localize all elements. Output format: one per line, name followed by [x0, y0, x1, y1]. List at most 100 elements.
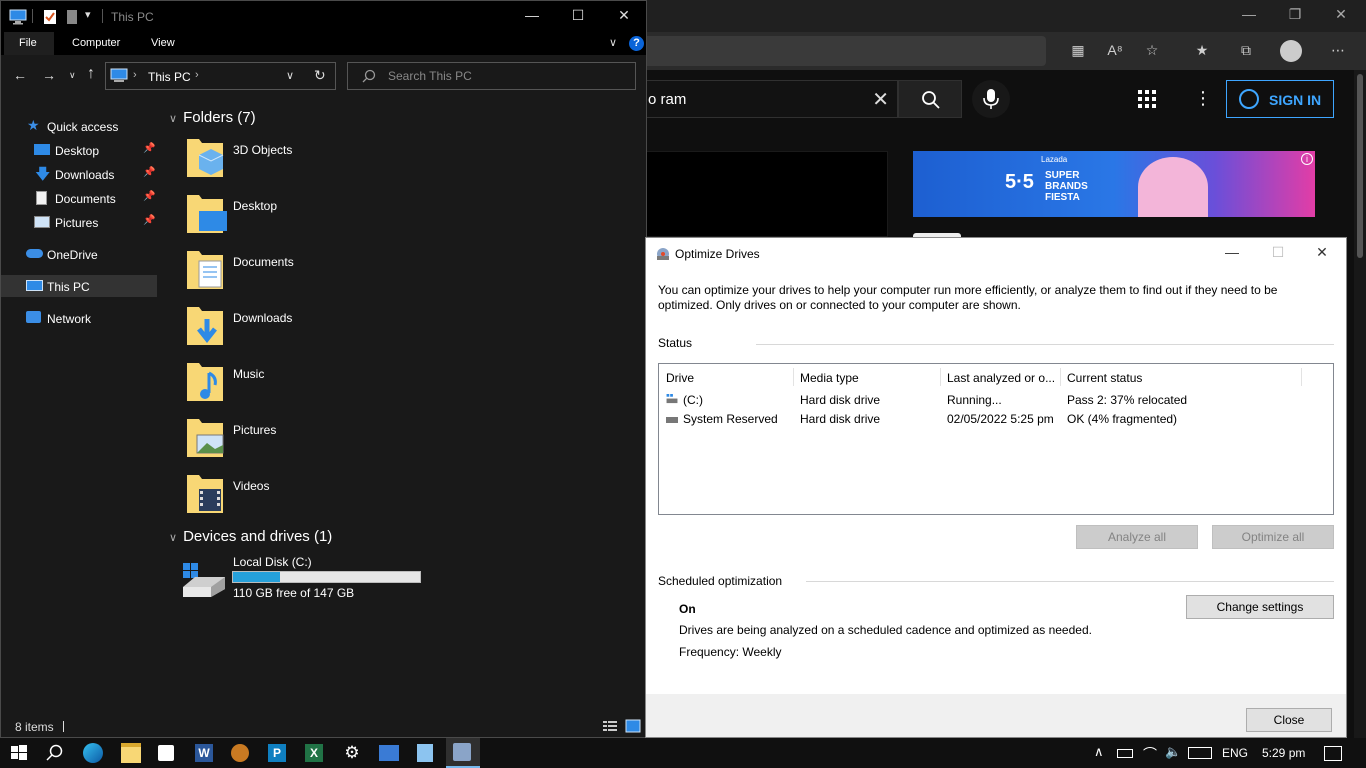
settings-gear-icon[interactable]: ⚙: [342, 743, 362, 763]
browser-close-button[interactable]: ✕: [1318, 6, 1364, 26]
store-icon[interactable]: [158, 745, 174, 761]
profile-avatar[interactable]: [1280, 40, 1302, 62]
tab-view[interactable]: View: [151, 37, 175, 49]
large-icons-view-icon[interactable]: [625, 719, 641, 733]
breadcrumb-separator-icon[interactable]: ›: [133, 69, 137, 81]
clock-time[interactable]: 5:29 pm: [1262, 746, 1305, 760]
recent-locations-icon[interactable]: ∨: [69, 70, 76, 81]
optimize-drives-taskbar-icon[interactable]: [453, 743, 471, 761]
column-header-media-type[interactable]: Media type: [800, 371, 859, 385]
clear-search-icon[interactable]: ✕: [872, 87, 889, 112]
folder-desktop[interactable]: Desktop: [185, 191, 385, 241]
sign-in-button[interactable]: SIGN IN: [1226, 80, 1334, 118]
language-indicator[interactable]: ENG: [1222, 746, 1248, 760]
explorer-minimize-button[interactable]: —: [517, 7, 547, 23]
nav-onedrive[interactable]: OneDrive: [1, 243, 157, 265]
page-scrollbar[interactable]: [1354, 70, 1366, 738]
column-header-current-status[interactable]: Current status: [1067, 371, 1142, 385]
explorer-maximize-button[interactable]: ☐: [563, 7, 593, 24]
new-folder-icon[interactable]: [66, 9, 78, 25]
nav-desktop[interactable]: Desktop 📌: [1, 139, 157, 161]
read-aloud-icon[interactable]: A⁸: [1105, 42, 1125, 60]
devices-group-header[interactable]: ∨ Devices and drives (1): [169, 528, 332, 545]
battery-icon[interactable]: [1117, 749, 1133, 758]
more-options-icon[interactable]: ⋮: [1194, 88, 1212, 109]
column-header-last-analyzed[interactable]: Last analyzed or o...: [947, 371, 1055, 385]
keyboard-icon[interactable]: [1188, 747, 1212, 759]
search-icon[interactable]: [45, 743, 65, 763]
up-button[interactable]: ↑: [87, 65, 95, 83]
ad-banner[interactable]: 5·5 SUPER BRANDS FIESTA Lazada i: [913, 151, 1315, 217]
volume-icon[interactable]: 🔈: [1165, 744, 1181, 760]
browser-minimize-button[interactable]: —: [1226, 6, 1272, 26]
add-favorite-icon[interactable]: ☆: [1142, 42, 1162, 60]
collections-icon[interactable]: ⧉: [1236, 42, 1256, 60]
change-settings-button[interactable]: Change settings: [1186, 595, 1334, 619]
folder-music[interactable]: Music: [185, 359, 385, 409]
drives-list[interactable]: Drive Media type Last analyzed or o... C…: [658, 363, 1334, 515]
nav-downloads[interactable]: 🡇 Downloads 📌: [1, 163, 157, 185]
details-view-icon[interactable]: [602, 719, 618, 733]
nav-documents[interactable]: Documents 📌: [1, 187, 157, 209]
address-dropdown-icon[interactable]: ∨: [286, 69, 294, 82]
customize-toolbar-chevron-icon[interactable]: ▾: [85, 8, 91, 21]
breadcrumb-this-pc[interactable]: This PC: [148, 70, 191, 84]
excel-icon[interactable]: X: [305, 744, 323, 762]
publisher-icon[interactable]: P: [268, 744, 286, 762]
file-explorer-icon[interactable]: [121, 743, 141, 763]
address-path-box[interactable]: › This PC › ∨ ↻: [105, 62, 336, 90]
notepad-icon[interactable]: [417, 744, 433, 762]
nav-quick-access[interactable]: ★ Quick access: [1, 115, 157, 137]
expand-ribbon-icon[interactable]: ∨: [609, 36, 617, 49]
browser-restore-button[interactable]: ❐: [1272, 6, 1318, 26]
edge-icon[interactable]: [83, 743, 103, 763]
show-hidden-icons-chevron-icon[interactable]: ∧: [1094, 744, 1104, 760]
dialog-close-button[interactable]: ✕: [1302, 244, 1342, 261]
breadcrumb-separator-icon[interactable]: ›: [195, 69, 199, 81]
close-button[interactable]: Close: [1246, 708, 1332, 732]
back-button[interactable]: ←: [13, 67, 27, 83]
explorer-search-box[interactable]: [347, 62, 636, 90]
youtube-search-input[interactable]: o ram ✕: [646, 80, 898, 118]
properties-icon[interactable]: [43, 9, 57, 25]
column-header-drive[interactable]: Drive: [666, 371, 694, 385]
optimize-all-button[interactable]: Optimize all: [1212, 525, 1334, 549]
tab-computer[interactable]: Computer: [72, 37, 120, 49]
browser-menu-icon[interactable]: ⋯: [1328, 42, 1348, 60]
remote-desktop-icon[interactable]: [379, 745, 399, 761]
explorer-close-button[interactable]: ✕: [609, 7, 639, 24]
analyze-all-button[interactable]: Analyze all: [1076, 525, 1198, 549]
wifi-icon[interactable]: ⌒: [1143, 744, 1157, 764]
tab-file[interactable]: File: [4, 32, 54, 55]
notifications-icon[interactable]: [1324, 746, 1342, 761]
folder-videos[interactable]: Videos: [185, 471, 385, 521]
video-player[interactable]: [646, 151, 888, 237]
folder-3d-objects[interactable]: 3D Objects: [185, 135, 385, 185]
refresh-icon[interactable]: ↻: [314, 67, 326, 84]
ad-info-icon[interactable]: i: [1301, 153, 1313, 165]
start-icon[interactable]: [9, 743, 29, 763]
collapse-chevron-icon[interactable]: ∨: [169, 532, 177, 544]
apps-icon[interactable]: ▦: [1068, 42, 1088, 60]
folder-pictures[interactable]: Pictures: [185, 415, 385, 465]
folder-documents[interactable]: Documents: [185, 247, 385, 297]
folder-downloads[interactable]: Downloads: [185, 303, 385, 353]
favorites-icon[interactable]: ★: [1192, 42, 1212, 60]
explorer-search-input[interactable]: [388, 69, 618, 83]
nav-network[interactable]: Network: [1, 307, 157, 329]
youtube-search-button[interactable]: [898, 80, 962, 118]
nav-pictures[interactable]: Pictures 📌: [1, 211, 157, 233]
help-icon[interactable]: ?: [629, 36, 644, 51]
word-icon[interactable]: W: [195, 744, 213, 762]
dialog-minimize-button[interactable]: —: [1212, 244, 1252, 260]
apps-grid-icon[interactable]: [1138, 90, 1156, 108]
address-bar[interactable]: [646, 36, 1046, 66]
scrollbar-thumb[interactable]: [1357, 74, 1363, 258]
voice-search-button[interactable]: [972, 80, 1010, 118]
forward-button[interactable]: →: [42, 67, 56, 83]
app-icon[interactable]: [231, 744, 249, 762]
folders-group-header[interactable]: ∨ Folders (7): [169, 109, 256, 126]
nav-this-pc[interactable]: This PC: [1, 275, 157, 297]
drive-local-disk-c[interactable]: Local Disk (C:) 110 GB free of 147 GB: [179, 553, 439, 603]
collapse-chevron-icon[interactable]: ∨: [169, 113, 177, 125]
